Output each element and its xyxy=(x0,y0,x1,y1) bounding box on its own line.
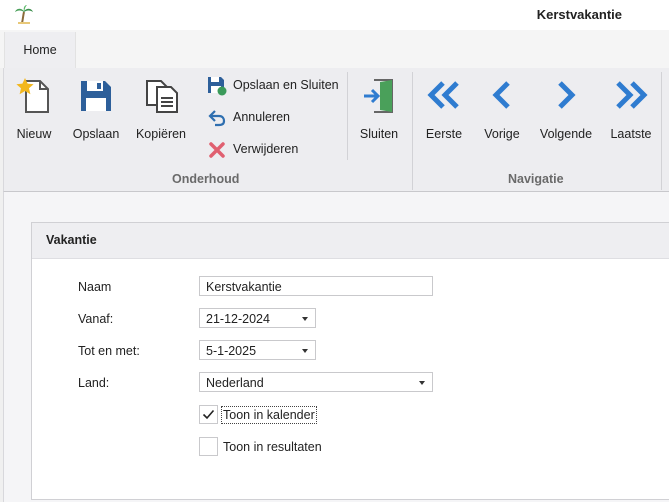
chevron-down-icon[interactable] xyxy=(302,349,308,353)
panel-header: Vakantie xyxy=(32,223,669,259)
vanaf-label: Vanaf: xyxy=(78,312,114,326)
verwijderen-label: Verwijderen xyxy=(233,142,299,156)
naam-input[interactable]: Kerstvakantie xyxy=(199,276,433,296)
vanaf-date-picker[interactable]: 21-12-2024 xyxy=(199,308,316,328)
save-icon xyxy=(81,81,111,111)
chevron-down-icon[interactable] xyxy=(419,381,425,385)
chevron-right-icon xyxy=(558,81,576,109)
ribbon-group-separator xyxy=(412,72,413,190)
opslaan-button[interactable]: Opslaan xyxy=(66,68,126,160)
eerste-label: Eerste xyxy=(425,127,463,141)
eerste-button[interactable]: Eerste xyxy=(418,68,470,160)
checkmark-icon xyxy=(202,409,215,420)
kopieren-label: Kopiëren xyxy=(135,127,187,141)
volgende-button[interactable]: Volgende xyxy=(534,68,598,160)
chevron-left-icon xyxy=(492,81,510,109)
panel-title: Vakantie xyxy=(46,233,97,247)
land-label: Land: xyxy=(78,376,110,390)
chevron-down-icon[interactable] xyxy=(302,317,308,321)
annuleren-button[interactable]: Annuleren xyxy=(207,106,307,130)
toon-in-kalender-label[interactable]: Toon in kalender xyxy=(221,406,317,424)
group-label-onderhoud: Onderhoud xyxy=(172,172,240,186)
opslaan-en-sluiten-label: Opslaan en Sluiten xyxy=(233,78,339,92)
laatste-label: Laatste xyxy=(610,127,652,141)
tot-en-met-label: Tot en met: xyxy=(78,344,140,358)
annuleren-label: Annuleren xyxy=(233,110,290,124)
naam-label: Naam xyxy=(78,280,112,294)
new-document-icon xyxy=(16,78,49,113)
undo-icon xyxy=(208,110,226,127)
land-select[interactable]: Nederland xyxy=(199,372,433,392)
tot-en-met-date-picker[interactable]: 5-1-2025 xyxy=(199,340,316,360)
save-close-icon xyxy=(208,77,227,96)
naam-value: Kerstvakantie xyxy=(206,280,282,294)
nieuw-label: Nieuw xyxy=(16,127,52,141)
kopieren-button[interactable]: Kopiëren xyxy=(131,68,191,160)
nieuw-button[interactable]: Nieuw xyxy=(6,68,62,160)
vorige-label: Vorige xyxy=(484,127,520,141)
ribbon-end-separator xyxy=(661,72,662,190)
volgende-label: Volgende xyxy=(539,127,593,141)
tot-en-met-value: 5-1-2025 xyxy=(206,344,257,358)
group-label-navigatie: Navigatie xyxy=(508,172,564,186)
sluiten-label: Sluiten xyxy=(359,127,399,141)
opslaan-en-sluiten-button[interactable]: Opslaan en Sluiten xyxy=(207,74,347,98)
opslaan-label: Opslaan xyxy=(72,127,120,141)
window-title: Kerstvakantie xyxy=(536,7,622,22)
land-value: Nederland xyxy=(206,376,264,390)
title-bar: Kerstvakantie xyxy=(0,0,669,30)
toon-in-resultaten-checkbox[interactable] xyxy=(199,437,218,456)
toon-in-resultaten-label[interactable]: Toon in resultaten xyxy=(222,439,323,455)
vanaf-value: 21-12-2024 xyxy=(206,312,270,326)
verwijderen-button[interactable]: Verwijderen xyxy=(207,138,317,162)
ribbon-tab-bar: Home xyxy=(0,30,669,68)
sluiten-button[interactable]: Sluiten xyxy=(353,68,405,160)
toon-in-kalender-checkbox[interactable] xyxy=(199,405,218,424)
tab-home[interactable]: Home xyxy=(4,32,76,68)
double-chevron-right-icon xyxy=(616,81,648,109)
vakantie-panel: Vakantie Naam Kerstvakantie Vanaf: 21-12… xyxy=(31,222,669,500)
double-chevron-left-icon xyxy=(427,81,459,109)
exit-door-icon xyxy=(364,79,393,113)
ribbon-separator xyxy=(347,72,348,160)
copy-icon xyxy=(146,80,178,113)
delete-x-icon xyxy=(209,142,225,158)
ribbon: Nieuw Opslaan Kopiëren Opslaan en Sluite… xyxy=(3,68,669,192)
laatste-button[interactable]: Laatste xyxy=(604,68,658,160)
vorige-button[interactable]: Vorige xyxy=(476,68,528,160)
